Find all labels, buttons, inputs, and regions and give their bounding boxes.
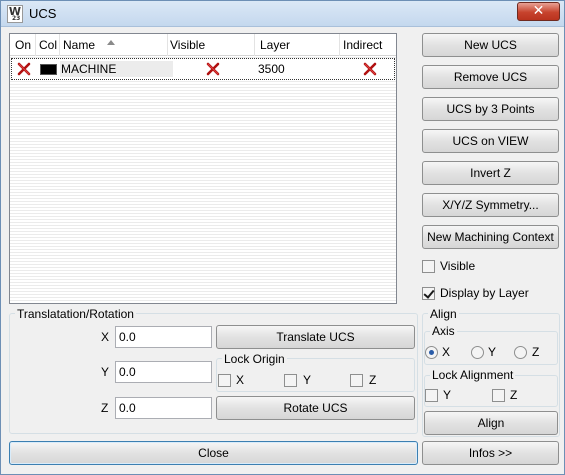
visible-checkbox[interactable] [422,260,435,273]
column-header-layer[interactable]: Layer [260,38,290,52]
align-button[interactable]: Align [424,411,558,435]
color-swatch[interactable] [40,64,57,75]
new-machining-context-button[interactable]: New Machining Context [422,225,559,249]
lock-origin-x-label[interactable]: X [236,373,244,387]
xyz-symmetry-button[interactable]: X/Y/Z Symmetry... [422,193,559,217]
lock-alignment-z-label[interactable]: Z [510,388,517,402]
lock-origin-z-checkbox[interactable] [350,374,363,387]
rotate-ucs-button[interactable]: Rotate UCS [216,396,415,420]
column-header-indirect[interactable]: Indirect [343,38,382,52]
visible-checkbox-label[interactable]: Visible [440,259,475,273]
lock-alignment-y-checkbox[interactable] [425,389,438,402]
close-icon: ✕ [532,3,545,19]
lock-alignment-label: Lock Alignment [430,368,516,382]
ucs-dialog: W 23 UCS ✕ On Col Name Visible Layer Ind… [0,0,565,475]
axis-z-label[interactable]: Z [532,345,539,359]
new-ucs-button[interactable]: New UCS [422,33,559,57]
visible-off-icon[interactable] [206,62,220,76]
column-divider[interactable] [35,34,36,56]
axis-z-radio[interactable] [514,346,527,359]
x-label: X [101,330,110,344]
display-by-layer-label[interactable]: Display by Layer [440,286,529,300]
app-icon: W 23 [7,5,23,23]
remove-ucs-button[interactable]: Remove UCS [422,65,559,89]
window-close-button[interactable]: ✕ [517,2,560,21]
indirect-off-icon[interactable] [363,62,377,76]
ucs-on-view-button[interactable]: UCS on VIEW [422,129,559,153]
y-label: Y [101,365,110,379]
column-header-col[interactable]: Col [39,38,57,52]
column-divider[interactable] [167,34,168,56]
lock-alignment-y-label[interactable]: Y [443,388,451,402]
toggle-off-icon[interactable] [17,62,31,76]
layer-value: 3500 [258,62,285,76]
axis-x-radio[interactable] [425,346,438,359]
y-input[interactable] [115,361,212,383]
x-input[interactable] [115,326,212,348]
lock-origin-y-checkbox[interactable] [284,374,297,387]
column-header-on[interactable]: On [15,38,31,52]
translation-rotation-group-label: Translatation/Rotation [15,307,136,321]
infos-button[interactable]: Infos >> [422,441,559,465]
table-row[interactable]: MACHINE 3500 [11,58,395,80]
title-bar: W 23 UCS ✕ [1,1,564,27]
close-button[interactable]: Close [9,441,418,465]
sort-ascending-icon [107,40,115,45]
app-icon-subscript: 23 [12,15,21,22]
list-header: On Col Name Visible Layer Indirect [10,34,396,56]
ucs-by-3-points-button[interactable]: UCS by 3 Points [422,97,559,121]
axis-label: Axis [430,324,457,338]
column-divider[interactable] [339,34,340,56]
align-group-label: Align [428,307,459,321]
lock-origin-x-checkbox[interactable] [218,374,231,387]
z-label: Z [101,401,109,415]
ucs-list[interactable]: On Col Name Visible Layer Indirect MACHI… [9,33,397,304]
lock-origin-label: Lock Origin [222,352,287,366]
invert-z-button[interactable]: Invert Z [422,161,559,185]
lock-alignment-z-checkbox[interactable] [492,389,505,402]
lock-origin-y-label[interactable]: Y [303,373,311,387]
translate-ucs-button[interactable]: Translate UCS [216,325,415,349]
column-header-name[interactable]: Name [63,38,95,52]
axis-x-label[interactable]: X [442,345,450,359]
display-by-layer-checkbox[interactable] [422,287,435,300]
column-divider[interactable] [59,34,60,56]
column-header-visible[interactable]: Visible [170,38,205,52]
axis-y-radio[interactable] [471,346,484,359]
lock-origin-z-label[interactable]: Z [369,373,376,387]
window-title: UCS [29,6,57,21]
z-input[interactable] [115,397,212,419]
column-divider[interactable] [254,34,255,56]
ucs-name: MACHINE [61,62,117,76]
axis-y-label[interactable]: Y [488,345,496,359]
